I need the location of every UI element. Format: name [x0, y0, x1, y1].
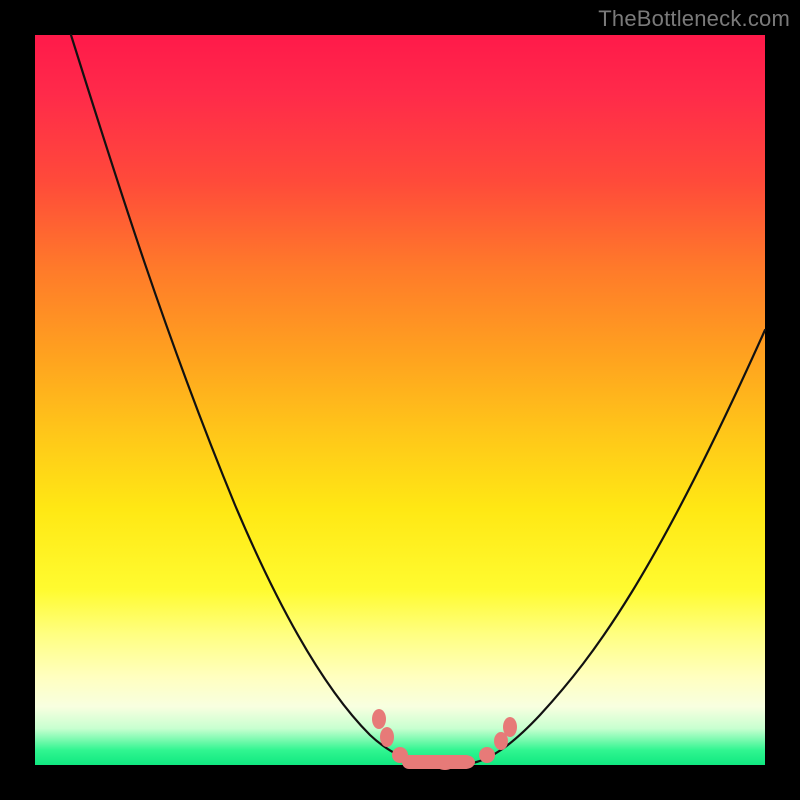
left-curve [71, 35, 420, 763]
marker-point [392, 747, 408, 763]
marker-point [372, 709, 386, 729]
chart-svg [35, 35, 765, 765]
marker-point [503, 717, 517, 737]
chart-frame: TheBottleneck.com [0, 0, 800, 800]
marker-point [479, 747, 495, 763]
marker-point [435, 756, 455, 770]
marker-point [413, 755, 433, 769]
right-curve [473, 330, 765, 763]
marker-point [455, 755, 475, 769]
plot-area [35, 35, 765, 765]
marker-point [380, 727, 394, 747]
watermark-text: TheBottleneck.com [598, 6, 790, 32]
